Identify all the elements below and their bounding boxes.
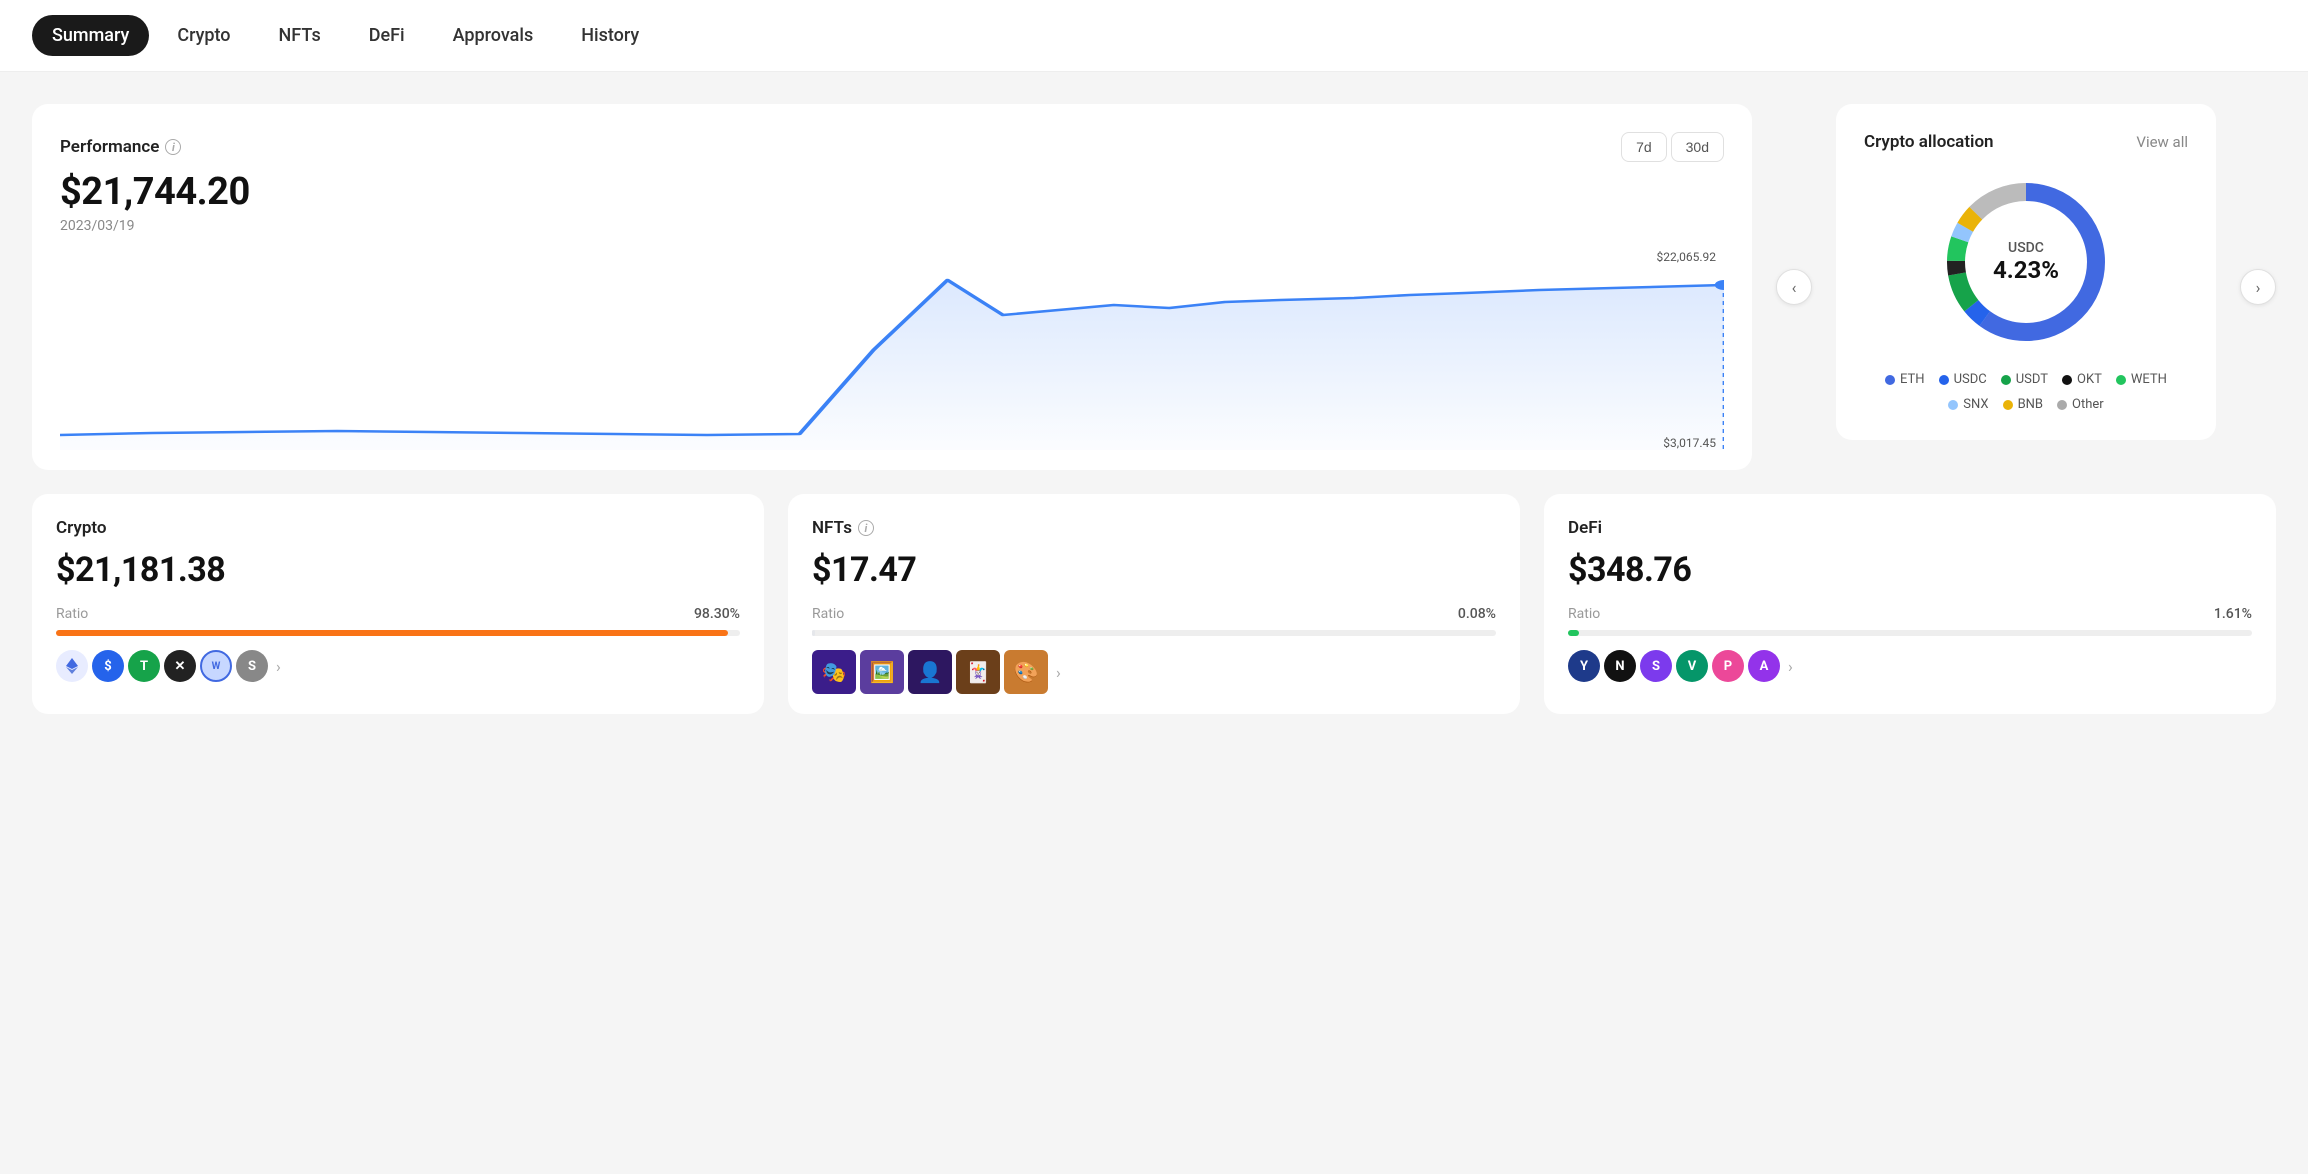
nft-thumb-2: 🖼️	[860, 650, 904, 694]
30d-button[interactable]: 30d	[1671, 132, 1724, 162]
eth-icon	[56, 650, 88, 682]
usdc-icon: $	[92, 650, 124, 682]
crypto-progress-fill	[56, 630, 728, 636]
legend-item-usdc: USDC	[1939, 372, 1987, 387]
allocation-header: Crypto allocation View all	[1864, 132, 2188, 152]
crypto-card-title: Crypto	[56, 518, 740, 538]
defi-card-title: DeFi	[1568, 518, 2252, 538]
legend-dot-usdt	[2001, 375, 2011, 385]
okt-icon: ✕	[164, 650, 196, 682]
crypto-token-icons: $ T ✕ W S ›	[56, 650, 740, 682]
nfts-card: NFTs i $17.47 Ratio 0.08% 🎭 🖼️ 👤 🃏 🎨 ›	[788, 494, 1520, 714]
legend-dot-usdc	[1939, 375, 1949, 385]
legend-dot-okt	[2062, 375, 2072, 385]
legend-dot-eth	[1885, 375, 1895, 385]
defi-amount: $348.76	[1568, 550, 2252, 590]
defi-icon-6: A	[1748, 650, 1780, 682]
nav-item-nfts[interactable]: NFTs	[259, 15, 341, 56]
allocation-card: Crypto allocation View all	[1836, 104, 2216, 440]
legend-dot-bnb	[2003, 400, 2013, 410]
defi-progress-fill	[1568, 630, 1579, 636]
legend-item-usdt: USDT	[2001, 372, 2048, 387]
nfts-info-icon[interactable]: i	[858, 520, 874, 536]
nfts-progress-bg	[812, 630, 1496, 636]
main-content: Performance i 7d 30d $21,744.20 2023/03/…	[0, 72, 2308, 746]
legend-label-eth: ETH	[1900, 372, 1925, 387]
defi-token-icons: Y N S V P A ›	[1568, 650, 2252, 682]
legend-dot-other	[2057, 400, 2067, 410]
crypto-amount: $21,181.38	[56, 550, 740, 590]
legend-label-other: Other	[2072, 397, 2104, 412]
nfts-ratio-row: Ratio 0.08%	[812, 606, 1496, 622]
nft-thumb-1: 🎭	[812, 650, 856, 694]
nav-bar: SummaryCryptoNFTsDeFiApprovalsHistory	[0, 0, 2308, 72]
nav-item-defi[interactable]: DeFi	[349, 15, 425, 56]
nav-item-summary[interactable]: Summary	[32, 15, 149, 56]
defi-icon-4: V	[1676, 650, 1708, 682]
performance-info-icon[interactable]: i	[165, 139, 181, 155]
performance-title: Performance i	[60, 137, 181, 157]
nft-thumb-5: 🎨	[1004, 650, 1048, 694]
nfts-more-arrow[interactable]: ›	[1056, 663, 1061, 682]
legend-label-weth: WETH	[2131, 372, 2167, 387]
7d-button[interactable]: 7d	[1621, 132, 1667, 162]
defi-more-arrow[interactable]: ›	[1788, 657, 1793, 676]
defi-icon-3: S	[1640, 650, 1672, 682]
legend-item-eth: ETH	[1885, 372, 1925, 387]
performance-amount: $21,744.20	[60, 170, 1724, 214]
chart-high-label: $22,065.92	[1657, 250, 1716, 264]
defi-icon-1: Y	[1568, 650, 1600, 682]
carousel-right-arrow[interactable]: ›	[2240, 269, 2276, 305]
performance-chart: $22,065.92 $3,017.45	[60, 250, 1724, 450]
defi-ratio-row: Ratio 1.61%	[1568, 606, 2252, 622]
nav-item-approvals[interactable]: Approvals	[433, 15, 554, 56]
performance-date: 2023/03/19	[60, 218, 1724, 234]
legend-label-usdt: USDT	[2016, 372, 2048, 387]
nfts-thumbs: 🎭 🖼️ 👤 🃏 🎨 ›	[812, 650, 1496, 694]
legend-label-usdc: USDC	[1954, 372, 1987, 387]
nfts-card-title: NFTs i	[812, 518, 1496, 538]
carousel-left-arrow[interactable]: ‹	[1776, 269, 1812, 305]
donut-chart: USDC 4.23%	[1864, 172, 2188, 352]
nft-thumb-3: 👤	[908, 650, 952, 694]
legend-item-bnb: BNB	[2003, 397, 2043, 412]
top-row: Performance i 7d 30d $21,744.20 2023/03/…	[32, 104, 2276, 470]
bottom-row: Crypto $21,181.38 Ratio 98.30% $	[32, 494, 2276, 714]
nav-item-crypto[interactable]: Crypto	[157, 15, 250, 56]
crypto-more-arrow[interactable]: ›	[276, 657, 281, 676]
weth-icon: W	[200, 650, 232, 682]
defi-progress-bg	[1568, 630, 2252, 636]
crypto-card: Crypto $21,181.38 Ratio 98.30% $	[32, 494, 764, 714]
legend-item-okt: OKT	[2062, 372, 2102, 387]
time-buttons: 7d 30d	[1621, 132, 1724, 162]
allocation-legend: ETH USDC USDT OKT WETH SNX BNB Other	[1864, 372, 2188, 412]
nft-thumb-4: 🃏	[956, 650, 1000, 694]
snx-icon: S	[236, 650, 268, 682]
defi-icon-5: P	[1712, 650, 1744, 682]
legend-label-bnb: BNB	[2018, 397, 2043, 412]
crypto-ratio-row: Ratio 98.30%	[56, 606, 740, 622]
legend-dot-snx	[1948, 400, 1958, 410]
usdt-icon: T	[128, 650, 160, 682]
legend-item-snx: SNX	[1948, 397, 1988, 412]
view-all-link[interactable]: View all	[2136, 133, 2188, 151]
legend-label-snx: SNX	[1963, 397, 1988, 412]
legend-dot-weth	[2116, 375, 2126, 385]
legend-item-weth: WETH	[2116, 372, 2167, 387]
nfts-amount: $17.47	[812, 550, 1496, 590]
chart-low-label: $3,017.45	[1663, 436, 1716, 450]
defi-icon-2: N	[1604, 650, 1636, 682]
donut-center-label: USDC 4.23%	[1993, 240, 2059, 284]
legend-item-other: Other	[2057, 397, 2104, 412]
legend-label-okt: OKT	[2077, 372, 2102, 387]
nav-item-history[interactable]: History	[561, 15, 659, 56]
nfts-progress-fill	[812, 630, 815, 636]
performance-card: Performance i 7d 30d $21,744.20 2023/03/…	[32, 104, 1752, 470]
allocation-title: Crypto allocation	[1864, 132, 1994, 152]
defi-card: DeFi $348.76 Ratio 1.61% Y N S V P A ›	[1544, 494, 2276, 714]
crypto-progress-bg	[56, 630, 740, 636]
